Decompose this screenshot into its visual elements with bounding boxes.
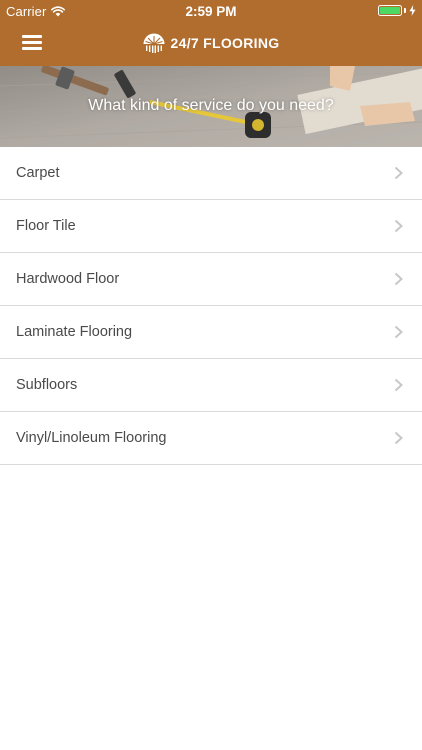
service-item-floor-tile[interactable]: Floor Tile [0,200,422,253]
chevron-right-icon [394,431,403,445]
chevron-right-icon [394,378,403,392]
service-item-carpet[interactable]: Carpet [0,147,422,200]
service-label: Subfloors [16,377,78,393]
battery-indicator [378,5,416,16]
service-list: Carpet Floor Tile Hardwood Floor Laminat… [0,147,422,465]
status-time: 2:59 PM [185,4,237,19]
service-label: Vinyl/Linoleum Flooring [16,430,167,446]
service-item-subfloors[interactable]: Subfloors [0,359,422,412]
chevron-right-icon [394,219,403,233]
service-label: Floor Tile [16,218,76,234]
app-header: Carrier 2:59 PM 24/7 FLOORING [0,0,422,66]
sunrise-logo-icon [143,33,165,53]
chevron-right-icon [394,272,403,286]
hero-banner: What kind of service do you need? [0,66,422,147]
chevron-right-icon [394,325,403,339]
service-label: Carpet [16,165,60,181]
service-label: Laminate Flooring [16,324,133,340]
service-item-vinyl-linoleum-flooring[interactable]: Vinyl/Linoleum Flooring [0,412,422,465]
battery-icon [378,5,402,16]
status-bar: Carrier 2:59 PM [0,0,422,22]
brand-name: 24/7 FLOORING [170,35,280,51]
battery-cap [404,8,406,13]
service-item-laminate-flooring[interactable]: Laminate Flooring [0,306,422,359]
service-item-hardwood-floor[interactable]: Hardwood Floor [0,253,422,306]
battery-level [380,7,400,14]
chevron-right-icon [394,166,403,180]
service-label: Hardwood Floor [16,271,120,287]
brand-title: 24/7 FLOORING [0,31,422,55]
service-prompt: What kind of service do you need? [88,97,334,114]
charging-bolt-icon [409,5,416,16]
